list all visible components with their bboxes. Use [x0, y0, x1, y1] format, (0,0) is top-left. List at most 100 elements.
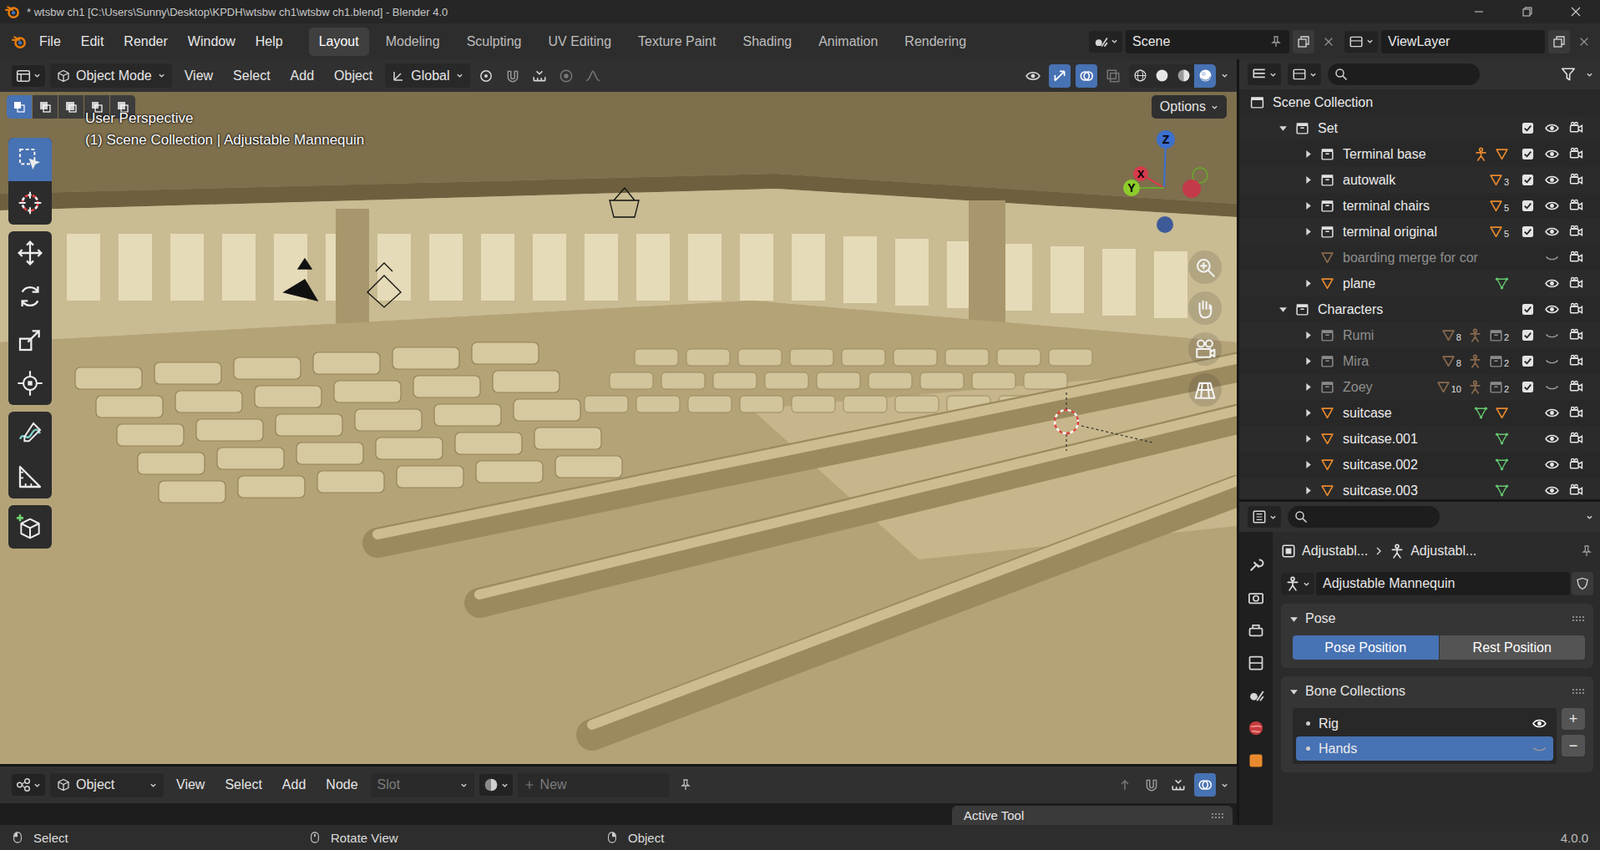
- tool-button[interactable]: [8, 318, 52, 362]
- header-toggle[interactable]: [501, 64, 524, 88]
- shading-mode-button[interactable]: [1194, 64, 1216, 88]
- checkbox-icon[interactable]: [1521, 147, 1535, 161]
- fake-user-button[interactable]: [1571, 572, 1594, 596]
- new-material-button[interactable]: New: [517, 773, 670, 798]
- checkbox-icon[interactable]: [1521, 303, 1535, 316]
- filter-icon[interactable]: [1560, 66, 1576, 82]
- minimize-button[interactable]: [1454, 0, 1504, 24]
- workspace-tab[interactable]: Sculpting: [456, 27, 532, 56]
- workspace-tab[interactable]: Layout: [308, 27, 370, 56]
- header-menu[interactable]: Select: [217, 774, 269, 796]
- parent-node-tree-button[interactable]: [1113, 773, 1136, 797]
- options-button[interactable]: Options: [1151, 95, 1227, 119]
- node-overlay-button[interactable]: [1194, 773, 1216, 797]
- pin-icon[interactable]: [1579, 544, 1594, 558]
- pin-button[interactable]: [674, 773, 697, 797]
- properties-tab[interactable]: [1247, 556, 1265, 574]
- properties-tab[interactable]: [1247, 752, 1265, 770]
- bone-collection-row[interactable]: Hands: [1296, 736, 1554, 761]
- snap-button[interactable]: [1140, 773, 1163, 797]
- eye-icon[interactable]: [1544, 224, 1560, 239]
- outliner-row[interactable]: Scene Collection: [1239, 89, 1600, 116]
- collapsed-arrow-icon[interactable]: [1303, 408, 1313, 418]
- filter-button[interactable]: [1557, 62, 1580, 87]
- tool-button[interactable]: [8, 505, 52, 549]
- editor-type-button[interactable]: [11, 774, 46, 796]
- datablock-browse-button[interactable]: [1281, 572, 1315, 595]
- snap-mode-button[interactable]: [1167, 773, 1190, 797]
- collapsed-arrow-icon[interactable]: [1303, 382, 1313, 392]
- outliner-row[interactable]: boarding merge for cor: [1239, 244, 1600, 271]
- panel-header[interactable]: Pose: [1281, 603, 1594, 634]
- camera-icon[interactable]: [1569, 483, 1584, 498]
- camera-icon[interactable]: [1569, 328, 1584, 343]
- eye-closed-icon[interactable]: [1544, 328, 1560, 343]
- checkbox-icon[interactable]: [1521, 199, 1535, 213]
- outliner-row[interactable]: Characters: [1239, 296, 1600, 323]
- camera-icon[interactable]: [1569, 172, 1584, 188]
- outliner-label[interactable]: suitcase.002: [1342, 457, 1495, 473]
- checkbox-icon[interactable]: [1521, 354, 1535, 368]
- camera-icon[interactable]: [1569, 146, 1584, 162]
- close-button[interactable]: [1551, 0, 1600, 24]
- view-layer-name-field[interactable]: ViewLayer: [1381, 30, 1545, 54]
- properties-tab[interactable]: [1247, 719, 1265, 737]
- shading-mode-button[interactable]: [1150, 64, 1173, 88]
- camera-icon[interactable]: [1569, 457, 1584, 472]
- select-mode-button[interactable]: [6, 95, 32, 119]
- camera-icon[interactable]: [1569, 121, 1584, 136]
- expanded-arrow-icon[interactable]: [1278, 123, 1288, 133]
- header-toggle[interactable]: [1048, 64, 1071, 88]
- outliner-row[interactable]: Set: [1239, 115, 1600, 142]
- camera-icon[interactable]: [1569, 379, 1584, 395]
- eye-closed-icon[interactable]: [1532, 741, 1547, 756]
- eye-icon[interactable]: [1544, 431, 1560, 446]
- eye-icon[interactable]: [1544, 405, 1560, 421]
- outliner-label[interactable]: Scene Collection: [1272, 95, 1582, 111]
- workspace-tab[interactable]: Texture Paint: [627, 27, 726, 56]
- mode-dropdown[interactable]: Object Mode: [50, 63, 173, 88]
- new-scene-button[interactable]: [1292, 30, 1315, 54]
- collapsed-arrow-icon[interactable]: [1303, 149, 1313, 159]
- camera-icon[interactable]: [1569, 405, 1584, 421]
- header-menu[interactable]: Select: [225, 65, 278, 87]
- workspace-tab[interactable]: Rendering: [894, 27, 977, 56]
- segment-button[interactable]: Rest Position: [1439, 635, 1586, 660]
- navigation-button[interactable]: [1188, 373, 1222, 407]
- viewport-render[interactable]: [0, 91, 1237, 765]
- outliner-label[interactable]: Zoey: [1342, 379, 1437, 395]
- select-mode-button[interactable]: [32, 95, 58, 119]
- outliner-row[interactable]: Mira82: [1239, 348, 1600, 375]
- outliner-label[interactable]: suitcase.003: [1342, 483, 1495, 499]
- eye-icon[interactable]: [1544, 302, 1560, 317]
- outliner-label[interactable]: Set: [1317, 121, 1509, 137]
- header-toggle[interactable]: [1102, 64, 1125, 88]
- editor-type-button[interactable]: [1247, 506, 1282, 528]
- tool-button[interactable]: [8, 274, 52, 319]
- checkbox-icon[interactable]: [1521, 380, 1535, 394]
- collapsed-arrow-icon[interactable]: [1303, 356, 1313, 366]
- header-toggle[interactable]: [555, 64, 578, 88]
- orientation-dropdown[interactable]: Global: [384, 63, 470, 88]
- outliner-label[interactable]: plane: [1342, 276, 1495, 292]
- checkbox-icon[interactable]: [1521, 225, 1535, 238]
- outliner-label[interactable]: suitcase.001: [1342, 431, 1495, 447]
- datablock-name-field[interactable]: Adjustable Mannequin: [1316, 572, 1570, 596]
- tool-button[interactable]: [8, 455, 52, 499]
- collapsed-arrow-icon[interactable]: [1303, 175, 1313, 185]
- camera-icon[interactable]: [1569, 250, 1584, 265]
- outliner-row[interactable]: suitcase.003: [1239, 477, 1600, 500]
- shading-mode-button[interactable]: [1172, 64, 1195, 88]
- workspace-tab[interactable]: Shading: [732, 27, 802, 56]
- scene-browse-button[interactable]: [1088, 30, 1123, 53]
- eye-closed-icon[interactable]: [1544, 354, 1560, 369]
- viewport-body[interactable]: User Perspective(1) Scene Collection | A…: [0, 91, 1237, 765]
- delete-view-layer-button[interactable]: [1573, 30, 1595, 54]
- display-mode-button[interactable]: [1287, 63, 1322, 86]
- eye-closed-icon[interactable]: [1544, 379, 1560, 395]
- menu-item[interactable]: Edit: [73, 30, 112, 54]
- camera-icon[interactable]: [1569, 302, 1584, 317]
- workspace-tab[interactable]: UV Editing: [537, 27, 622, 56]
- segment-button[interactable]: Pose Position: [1292, 635, 1439, 660]
- navigation-button[interactable]: [1188, 250, 1222, 284]
